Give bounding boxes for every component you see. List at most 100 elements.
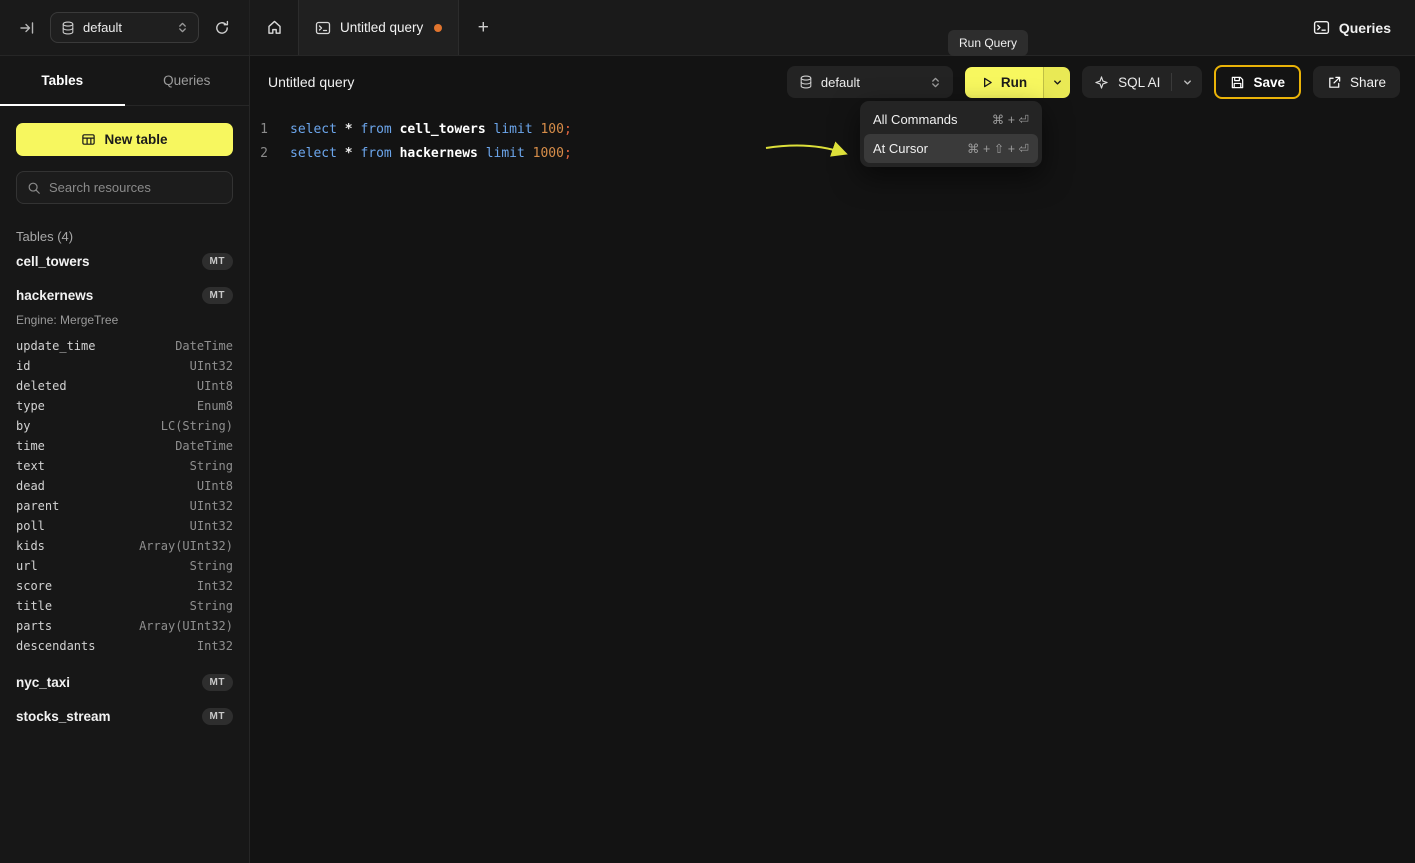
column-row[interactable]: byLC(String)	[16, 416, 233, 436]
table-grid-icon	[81, 132, 96, 147]
line-number: 1	[250, 118, 278, 142]
column-row[interactable]: text String	[16, 456, 233, 476]
column-row[interactable]: update_timeDateTime	[16, 336, 233, 356]
queries-button-label: Queries	[1339, 20, 1391, 36]
table-row-stocks-stream[interactable]: stocks_stream MT	[16, 700, 233, 733]
home-button[interactable]	[250, 0, 298, 55]
column-type: String	[190, 459, 233, 473]
code-token: limit	[486, 146, 533, 161]
table-row-nyc-taxi[interactable]: nyc_taxi MT	[16, 666, 233, 699]
table-row-cell-towers[interactable]: cell_towers MT	[16, 245, 233, 278]
column-row[interactable]: descendantsInt32	[16, 636, 233, 656]
column-row[interactable]: deadUInt8	[16, 476, 233, 496]
column-row[interactable]: typeEnum8	[16, 396, 233, 416]
query-tab-icon	[315, 20, 331, 36]
column-type: UInt32	[190, 359, 233, 373]
column-name: kids	[16, 539, 45, 553]
collapse-sidebar-icon	[19, 20, 35, 36]
column-row[interactable]: time DateTime	[16, 436, 233, 456]
menu-item-shortcut: ⌘ + ⏎	[992, 112, 1029, 127]
column-name: url	[16, 559, 38, 573]
share-button-label: Share	[1350, 75, 1386, 90]
column-name: text	[16, 459, 45, 473]
code-line[interactable]: 1select * from cell_towers limit 100;	[250, 118, 1415, 142]
column-row[interactable]: kidsArray(UInt32)	[16, 536, 233, 556]
column-row[interactable]: pollUInt32	[16, 516, 233, 536]
chevron-updown-icon	[930, 75, 941, 90]
run-options-button[interactable]	[1043, 67, 1070, 98]
save-button[interactable]: Save	[1214, 65, 1301, 99]
engine-badge: MT	[202, 708, 233, 725]
code-text: select * from hackernews limit 1000;	[278, 142, 572, 166]
sql-editor[interactable]: 1select * from cell_towers limit 100;2se…	[250, 108, 1415, 166]
query-controls: default Run	[787, 65, 1400, 99]
column-type: Enum8	[197, 399, 233, 413]
topbar-database-selector[interactable]: default	[50, 12, 199, 43]
menu-item-all-commands[interactable]: All Commands ⌘ + ⏎	[864, 105, 1038, 134]
column-name: deleted	[16, 379, 67, 393]
code-line[interactable]: 2select * from hackernews limit 1000;	[250, 142, 1415, 166]
menu-item-label: At Cursor	[873, 141, 928, 156]
column-row[interactable]: deleted UInt8	[16, 376, 233, 396]
sql-ai-label: SQL AI	[1118, 75, 1160, 90]
code-token: *	[345, 146, 361, 161]
code-token: from	[360, 146, 399, 161]
share-icon	[1327, 75, 1342, 90]
new-tab-button[interactable]: +	[459, 0, 507, 55]
code-token: ;	[564, 146, 572, 161]
menu-item-at-cursor[interactable]: At Cursor ⌘ + ⇧ + ⏎	[864, 134, 1038, 163]
home-icon	[266, 19, 283, 36]
code-token: 1000	[533, 146, 564, 161]
menu-item-shortcut: ⌘ + ⇧ + ⏎	[967, 141, 1029, 156]
search-resources-input[interactable]	[49, 180, 225, 195]
table-name: hackernews	[16, 288, 93, 303]
sidebar-body: New table Tables (4) cell_towers MT hack…	[0, 106, 249, 863]
column-name: id	[16, 359, 30, 373]
column-type: UInt8	[197, 379, 233, 393]
code-token: limit	[494, 122, 541, 137]
sidebar-tab-tables-label: Tables	[41, 73, 83, 88]
code-lines: 1select * from cell_towers limit 100;2se…	[250, 118, 1415, 166]
sidebar-tab-queries[interactable]: Queries	[125, 56, 250, 105]
column-row[interactable]: partsArray(UInt32)	[16, 616, 233, 636]
table-name: nyc_taxi	[16, 675, 70, 690]
queries-icon	[1313, 19, 1330, 36]
column-row[interactable]: urlString	[16, 556, 233, 576]
column-type: DateTime	[175, 439, 233, 453]
run-split-button: Run	[965, 67, 1070, 98]
run-button-label: Run	[1001, 75, 1027, 90]
column-type: Array(UInt32)	[139, 619, 233, 633]
new-table-label: New table	[104, 132, 167, 147]
queries-button[interactable]: Queries	[1313, 19, 1391, 36]
column-type: Int32	[197, 639, 233, 653]
tab-strip: Untitled query +	[250, 0, 507, 55]
collapse-sidebar-button[interactable]	[14, 15, 40, 41]
column-row[interactable]: titleString	[16, 596, 233, 616]
plus-icon: +	[478, 17, 489, 39]
sidebar-tab-tables[interactable]: Tables	[0, 56, 125, 105]
database-icon	[61, 21, 75, 35]
table-row-hackernews[interactable]: hackernews MT	[16, 279, 233, 312]
run-button[interactable]: Run	[965, 67, 1043, 98]
code-token: *	[345, 122, 361, 137]
column-name: time	[16, 439, 45, 453]
run-query-tooltip: Run Query	[948, 30, 1028, 56]
column-row[interactable]: parentUInt32	[16, 496, 233, 516]
sql-ai-button[interactable]: SQL AI	[1082, 66, 1202, 98]
tab-untitled-query[interactable]: Untitled query	[298, 0, 459, 55]
unsaved-indicator-dot	[434, 24, 442, 32]
sidebar: Tables Queries New table Tables (4) cell…	[0, 56, 250, 863]
column-type: Int32	[197, 579, 233, 593]
share-button[interactable]: Share	[1313, 66, 1400, 98]
page-title: Untitled query	[268, 74, 354, 90]
column-row[interactable]: id UInt32	[16, 356, 233, 376]
refresh-button[interactable]	[209, 15, 235, 41]
main-area: Untitled query default Run	[250, 56, 1415, 863]
column-list: update_timeDateTimeid UInt32 deleted UInt8 t…	[16, 336, 233, 656]
chevron-updown-icon	[177, 20, 188, 35]
main-database-selector[interactable]: default	[787, 66, 953, 98]
new-table-button[interactable]: New table	[16, 123, 233, 156]
column-row[interactable]: scoreInt32	[16, 576, 233, 596]
line-number: 2	[250, 142, 278, 166]
sidebar-tab-queries-label: Queries	[163, 73, 210, 88]
